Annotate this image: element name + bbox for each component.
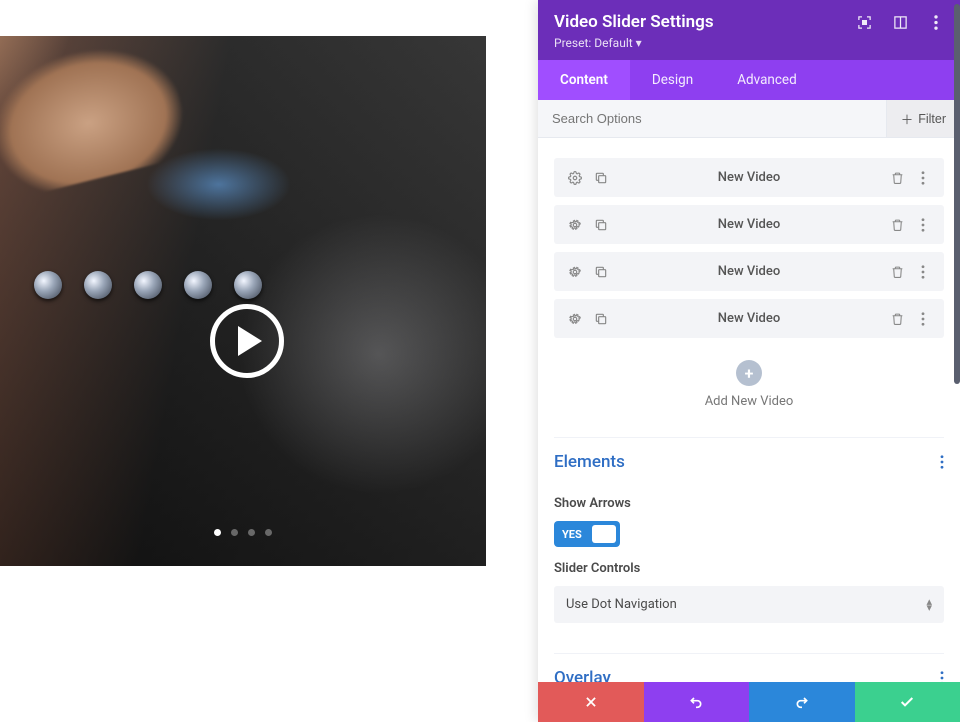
photo-knobs — [34, 271, 262, 299]
redo-button[interactable] — [749, 682, 855, 722]
more-icon[interactable] — [916, 265, 930, 279]
duplicate-icon[interactable] — [594, 265, 608, 279]
more-icon[interactable] — [916, 171, 930, 185]
cancel-button[interactable] — [538, 682, 644, 722]
toggle-value: YES — [558, 528, 586, 541]
panel-header: Video Slider Settings Preset: Default — [538, 0, 960, 60]
gear-icon[interactable] — [568, 218, 582, 232]
save-button[interactable] — [855, 682, 960, 722]
select-caret-icon: ▴▾ — [926, 599, 932, 611]
play-button[interactable] — [210, 304, 284, 378]
panel-title: Video Slider Settings — [554, 12, 714, 32]
add-video-label: Add New Video — [554, 394, 944, 409]
video-item[interactable]: New Video — [554, 252, 944, 291]
slider-controls-select[interactable]: Use Dot Navigation ▴▾ — [554, 586, 944, 623]
trash-icon[interactable] — [890, 265, 904, 279]
trash-icon[interactable] — [890, 312, 904, 326]
select-value: Use Dot Navigation — [566, 597, 677, 612]
video-item-label: New Video — [608, 170, 890, 185]
gear-icon[interactable] — [568, 265, 582, 279]
plus-icon: ＋ — [901, 109, 914, 128]
duplicate-icon[interactable] — [594, 218, 608, 232]
video-slider-preview — [0, 0, 538, 722]
search-input[interactable] — [538, 100, 886, 137]
slider-dot[interactable] — [214, 529, 221, 536]
tab-advanced[interactable]: Advanced — [715, 60, 819, 100]
duplicate-icon[interactable] — [594, 171, 608, 185]
section-menu-icon[interactable] — [940, 455, 944, 469]
photo-hand — [0, 36, 194, 205]
chevron-down-icon: ▾ — [636, 36, 642, 50]
video-item[interactable]: New Video — [554, 158, 944, 197]
tab-content[interactable]: Content — [538, 60, 630, 100]
slider-dot-navigation[interactable] — [214, 529, 272, 536]
video-item-label: New Video — [608, 311, 890, 326]
section-elements-title[interactable]: Elements — [554, 452, 625, 472]
trash-icon[interactable] — [890, 218, 904, 232]
toggle-knob — [592, 525, 616, 543]
more-menu-icon[interactable] — [928, 14, 944, 30]
duplicate-icon[interactable] — [594, 312, 608, 326]
slider-controls-label: Slider Controls — [554, 547, 944, 586]
show-arrows-label: Show Arrows — [554, 482, 944, 521]
preset-value: Default — [594, 36, 632, 50]
column-layout-icon[interactable] — [892, 14, 908, 30]
add-video-button[interactable]: + — [736, 360, 762, 386]
video-item[interactable]: New Video — [554, 299, 944, 338]
video-item[interactable]: New Video — [554, 205, 944, 244]
more-icon[interactable] — [916, 218, 930, 232]
tab-design[interactable]: Design — [630, 60, 715, 100]
preset-selector[interactable]: Preset: Default ▾ — [554, 36, 944, 50]
gear-icon[interactable] — [568, 312, 582, 326]
filter-button[interactable]: ＋ Filter — [886, 100, 960, 137]
settings-tabs: Content Design Advanced — [538, 60, 960, 100]
settings-panel: Video Slider Settings Preset: Default — [538, 0, 960, 722]
slider-dot[interactable] — [265, 529, 272, 536]
show-arrows-toggle[interactable]: YES — [554, 521, 620, 547]
focus-mode-icon[interactable] — [856, 14, 872, 30]
more-icon[interactable] — [916, 312, 930, 326]
undo-button[interactable] — [644, 682, 750, 722]
panel-scrollbar[interactable] — [954, 0, 960, 682]
trash-icon[interactable] — [890, 171, 904, 185]
preset-label: Preset: — [554, 36, 591, 50]
video-slide — [0, 36, 486, 566]
scrollbar-thumb[interactable] — [954, 4, 960, 384]
video-item-label: New Video — [608, 264, 890, 279]
filter-label: Filter — [918, 112, 946, 126]
video-list: New Video New Video — [554, 158, 944, 338]
video-item-label: New Video — [608, 217, 890, 232]
slider-dot[interactable] — [248, 529, 255, 536]
slider-dot[interactable] — [231, 529, 238, 536]
gear-icon[interactable] — [568, 171, 582, 185]
